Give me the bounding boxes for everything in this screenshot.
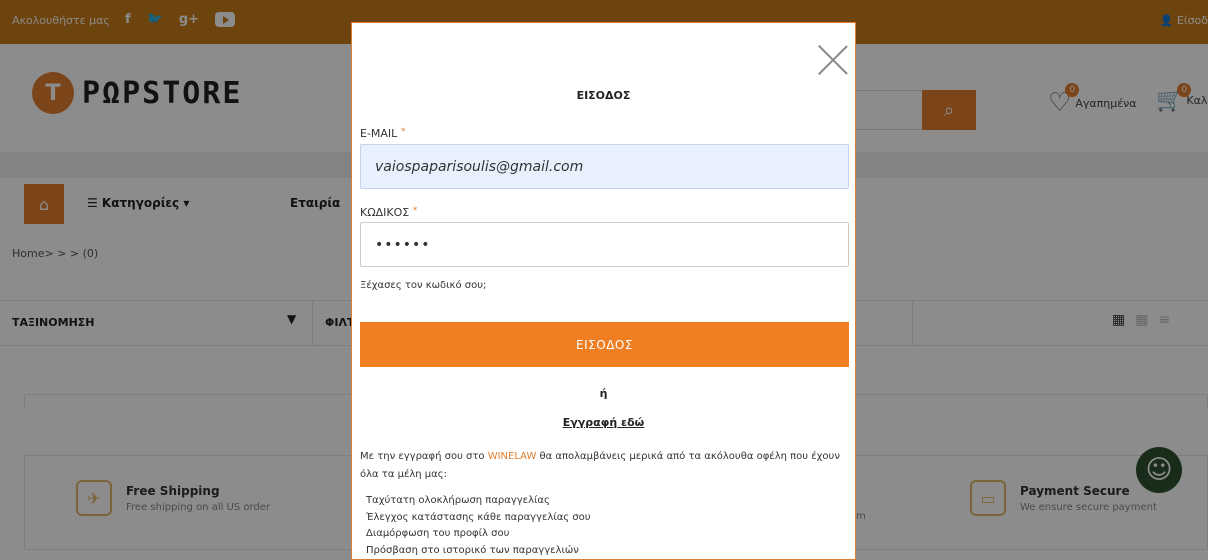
required-mark: * bbox=[400, 127, 406, 137]
intro-text: Με την εγγραφή σου στο bbox=[360, 451, 488, 462]
list-item: Διαμόρφωση του προφίλ σου bbox=[366, 528, 510, 539]
forgot-password-link[interactable]: Ξέχασες τον κωδικό σου; bbox=[360, 280, 486, 291]
login-submit-button[interactable]: ΕΙΣΟΔΟΣ bbox=[360, 322, 849, 367]
register-intro: Με την εγγραφή σου στο WINELAW θα απολαμ… bbox=[360, 448, 849, 484]
list-item: Έλεγχος κατάστασης κάθε παραγγελίας σου bbox=[366, 511, 591, 523]
list-item: Πρόσβαση στο ιστορικό των παραγγελιών bbox=[366, 544, 579, 556]
or-separator: ή bbox=[599, 387, 608, 400]
close-icon[interactable] bbox=[818, 45, 848, 75]
password-label: ΚΩΔΙΚΟΣ * bbox=[360, 206, 417, 219]
password-label-text: ΚΩΔΙΚΟΣ bbox=[360, 206, 410, 219]
email-field[interactable]: vaiospaparisoulis@gmail.com bbox=[360, 144, 849, 189]
list-item: Ταχύτατη ολοκλήρωση παραγγελίας bbox=[366, 495, 550, 506]
login-modal: ΕΙΣΟΔΟΣ E-MAIL * vaiospaparisoulis@gmail… bbox=[351, 22, 856, 560]
modal-title: ΕΙΣΟΔΟΣ bbox=[576, 89, 631, 102]
benefits-list: Ταχύτατη ολοκλήρωση παραγγελίας Έλεγχος … bbox=[366, 493, 591, 559]
password-field[interactable]: •••••• bbox=[360, 222, 849, 267]
email-label: E-MAIL * bbox=[360, 127, 405, 140]
email-label-text: E-MAIL bbox=[360, 127, 398, 140]
required-mark: * bbox=[412, 206, 418, 216]
register-link[interactable]: Εγγραφή εδώ bbox=[352, 416, 855, 429]
brand-link[interactable]: WINELAW bbox=[488, 451, 537, 462]
